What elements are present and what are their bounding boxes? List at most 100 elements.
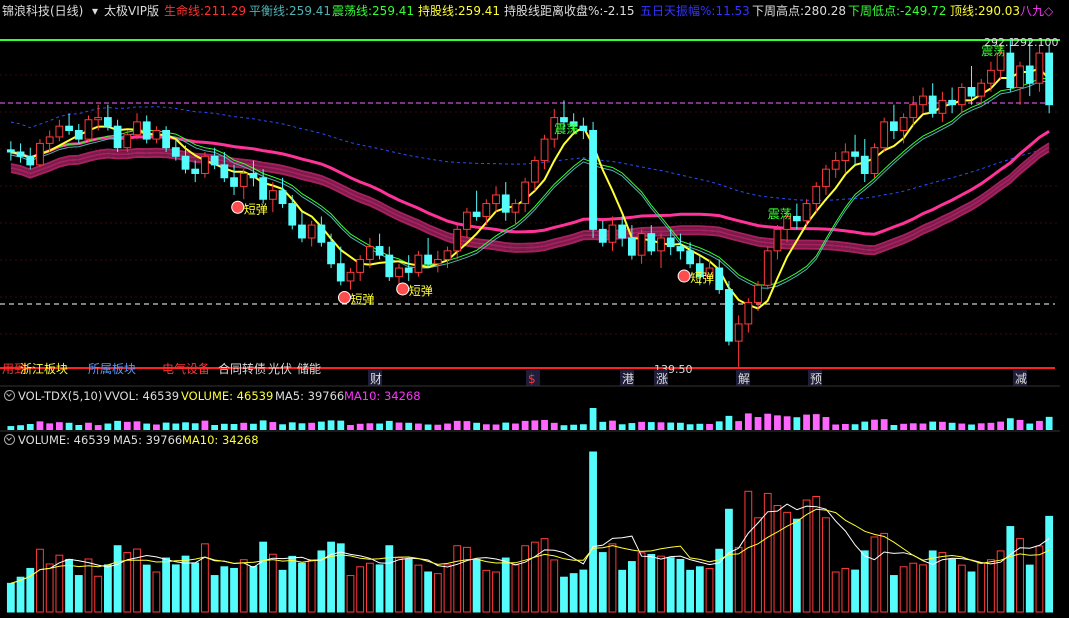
volume-bar — [307, 559, 316, 613]
life-band — [10, 148, 1050, 254]
volume-bar — [365, 562, 374, 613]
candle-down — [142, 121, 151, 140]
volume-bar — [608, 543, 617, 613]
vol-tdx-bar — [919, 423, 927, 430]
vol-tdx-bar — [744, 413, 752, 430]
candle-down — [1025, 65, 1034, 84]
volume-bar — [948, 558, 957, 613]
signal-label: 短弹 — [350, 293, 374, 307]
sector-tag[interactable]: 光伏 — [268, 360, 292, 377]
volume-bar — [598, 552, 607, 613]
vol-tdx-bar — [579, 424, 587, 430]
vol-tdx-bar — [754, 417, 762, 430]
candle-up — [268, 190, 277, 200]
candle-up — [395, 267, 403, 278]
vol-tdx-bar — [861, 421, 869, 430]
volume-bar — [327, 541, 335, 613]
sector-bar: 用到 浙江板块 所属板块 电气设备 合同转债 光伏 储能 — [0, 360, 330, 376]
volume-bar — [860, 550, 869, 613]
high-price-label: 292.100 — [1013, 36, 1059, 49]
vol-tdx-bar — [385, 420, 393, 430]
sector-tag[interactable]: 所属板块 — [88, 360, 136, 377]
volume-bar — [16, 576, 25, 613]
volume-bar — [220, 566, 229, 613]
collapse-icon[interactable] — [4, 390, 15, 401]
volume-bar — [45, 563, 54, 613]
vol-tdx-bar — [502, 422, 510, 430]
signal-label: 短弹 — [690, 271, 714, 285]
candle-up — [870, 147, 879, 174]
event-marker: 解 — [738, 372, 750, 386]
vol-tdx-bar — [482, 424, 490, 430]
sector-tag[interactable]: 电气设备 — [162, 360, 210, 377]
volume-bar — [705, 567, 714, 613]
vol-tdx-bar — [628, 423, 636, 430]
candle-down — [1045, 52, 1054, 106]
vol-tdx-bar — [55, 422, 63, 430]
volume-bar — [1025, 564, 1034, 613]
vol-tdx-name[interactable]: VOL-TDX(5,10) — [18, 389, 102, 403]
volume-bar — [472, 558, 481, 613]
candle-down — [627, 237, 636, 256]
vol-tdx-bar — [347, 424, 354, 430]
candle-down — [259, 177, 268, 200]
vol-tdx-bar — [851, 424, 859, 430]
vol-tdx-bar — [191, 423, 199, 430]
vol-tdx-bar — [890, 424, 898, 430]
vol-tdx-bar — [279, 424, 286, 430]
vol-tdx-bar — [250, 423, 257, 430]
vol-tdx-bar — [123, 421, 131, 430]
candle-up — [239, 172, 248, 187]
vol-tdx-bar — [871, 419, 878, 430]
candle-down — [1006, 52, 1015, 89]
vol-tdx-bar — [560, 425, 568, 430]
vol-tdx-bar — [104, 423, 112, 430]
vol-tdx-bar — [774, 415, 781, 430]
candle-down — [860, 155, 869, 174]
vol-tdx-bar — [356, 423, 364, 430]
vol-tdx-bar — [182, 422, 189, 430]
candle-down — [16, 151, 25, 157]
candle-up — [880, 121, 889, 149]
candle-down — [74, 129, 83, 140]
candle-down — [851, 151, 859, 157]
volume-bar — [569, 573, 578, 613]
candle-up — [841, 151, 850, 162]
sector-tag[interactable]: 储能 — [297, 360, 321, 377]
life-band — [10, 146, 1050, 252]
candle-down — [598, 228, 607, 243]
candle-up — [511, 203, 520, 213]
vol-tdx-bar — [609, 420, 616, 430]
vol-tdx-bar — [94, 425, 102, 430]
volume-bar — [754, 517, 762, 613]
event-marker: 减 — [1015, 372, 1027, 386]
candle-up — [744, 301, 753, 325]
sector-tag[interactable]: 合同转债 — [218, 360, 266, 377]
sector-tag[interactable]: 浙江板块 — [20, 360, 68, 377]
volume-bar — [521, 545, 530, 613]
vol-tdx-bar — [696, 423, 704, 430]
vol-tdx-bar — [531, 420, 539, 430]
volume-bar — [889, 575, 898, 613]
vol-tdx-bar — [162, 422, 170, 430]
signal-ball-icon — [677, 269, 691, 283]
vol-tdx-bar — [725, 415, 733, 430]
candle-down — [220, 164, 229, 179]
collapse-icon[interactable] — [4, 434, 15, 445]
volume-bar — [618, 569, 627, 613]
candle-down — [589, 129, 597, 230]
candle-up — [463, 211, 471, 230]
candle-down — [686, 250, 695, 265]
vol-tdx-bar — [618, 424, 626, 430]
signal-label: 短弹 — [244, 202, 268, 216]
vol-tdx-bar — [75, 424, 83, 430]
vol-tdx-bar — [220, 423, 228, 430]
vol-tdx-bar — [958, 423, 966, 430]
candle-down — [181, 155, 190, 170]
vol-tdx-bar — [657, 422, 665, 430]
candle-down — [385, 254, 394, 278]
candle-up — [492, 194, 500, 205]
candle-up — [919, 95, 927, 106]
vol-tdx-bar — [230, 424, 238, 430]
vol-tdx-bar — [7, 426, 15, 430]
